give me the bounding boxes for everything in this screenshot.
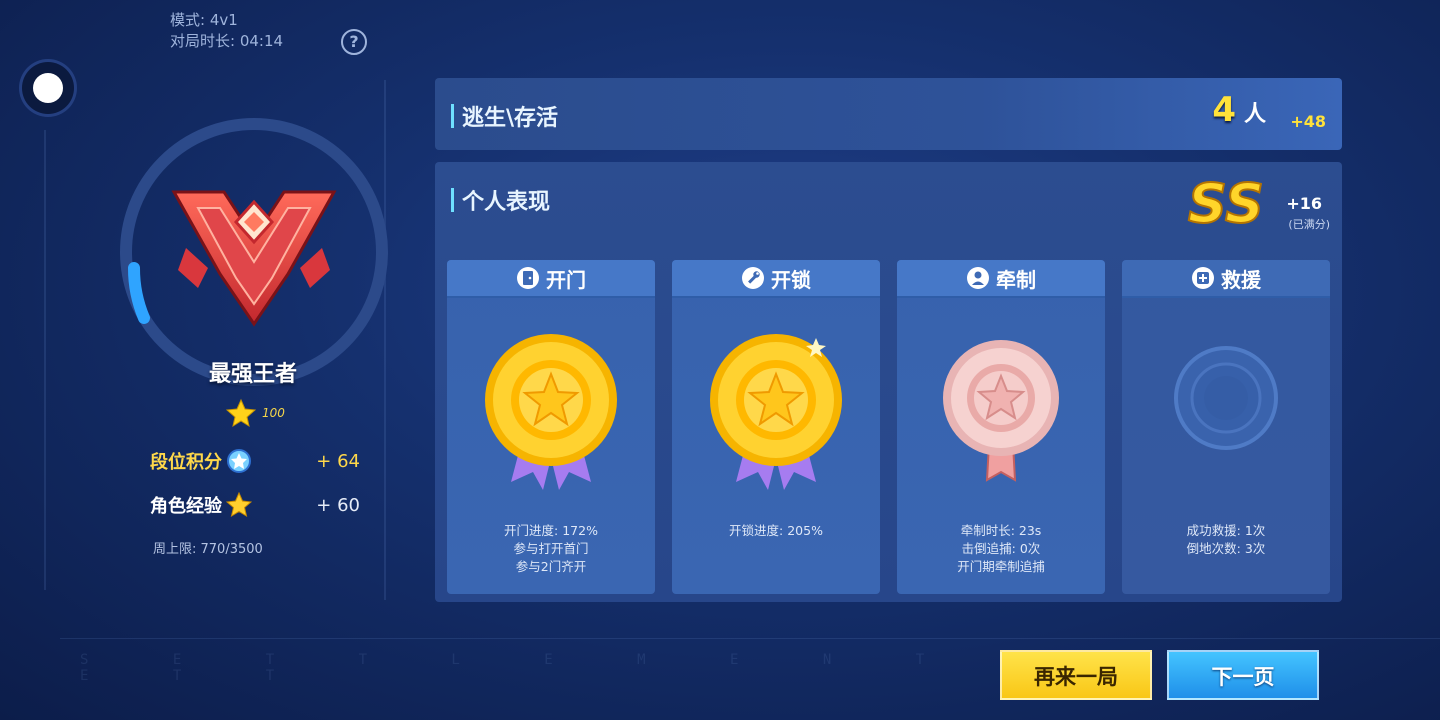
title-bar (451, 104, 454, 128)
rescue-plus-icon (1192, 267, 1214, 289)
card-title: 牵制 (996, 267, 1036, 292)
escape-count-number: 4 (1212, 90, 1236, 130)
grade-bonus: +16 (1286, 194, 1322, 213)
back-button[interactable] (22, 62, 74, 114)
escape-count: 4 人 (1212, 90, 1266, 130)
star-icon (226, 398, 256, 428)
card-header: 救援 (1122, 260, 1330, 298)
card-title: 开锁 (771, 267, 811, 292)
card-open-door: 开门 开门进度: 172% 参与打开首门 参与2门齐开 (447, 260, 655, 594)
stat-line: 参与2门齐开 (515, 559, 587, 574)
ss-grade-text: SS (1188, 172, 1264, 234)
stat-line: 牵制时长: 23s (960, 523, 1042, 538)
escape-title: 逃生\存活 (451, 100, 558, 132)
card-contain: 牵制 牵制时长: 23s 击倒追捕: 0次 开门期牵制追捕 (897, 260, 1105, 594)
card-header: 牵制 (897, 260, 1105, 298)
weekly-limit: 周上限: 770/3500 (153, 542, 263, 557)
card-title: 救援 (1221, 267, 1261, 292)
stat-line: 参与打开首门 (513, 541, 589, 556)
card-stats: 开门进度: 172% 参与打开首门 参与2门齐开 (447, 522, 655, 576)
empty-medal-slot-icon (1174, 346, 1278, 450)
card-header: 开门 (447, 260, 655, 298)
blue-star-badge-icon (227, 449, 251, 473)
rank-points-row: 段位积分 + 64 (150, 446, 360, 476)
escape-title-text: 逃生\存活 (462, 106, 559, 131)
exp-label: 角色经验 (150, 496, 222, 517)
escape-bonus: +48 (1290, 112, 1326, 131)
card-rescue: 救援 成功救援: 1次 倒地次数: 3次 (1122, 260, 1330, 594)
king-rank-emblem-icon (171, 190, 337, 327)
card-stats: 成功救援: 1次 倒地次数: 3次 (1122, 522, 1330, 558)
decor-line (60, 638, 1440, 639)
stat-line: 击倒追捕: 0次 (961, 541, 1041, 556)
door-icon (517, 267, 539, 289)
duration-text: 对局时长: 04:14 (170, 32, 284, 50)
ss-grade-badge: SS (1187, 171, 1265, 234)
escape-count-unit: 人 (1243, 102, 1266, 127)
settlement-watermark: S E T T L E M E N T S E T T (80, 652, 1056, 684)
escape-panel: 逃生\存活 4 人 +48 (435, 78, 1342, 150)
question-mark-icon[interactable]: ? (341, 29, 367, 55)
star-count: 100 (262, 406, 285, 420)
match-info: 模式: 4v1 对局时长: 04:14 (170, 10, 283, 52)
card-stats: 牵制时长: 23s 击倒追捕: 0次 开门期牵制追捕 (897, 522, 1105, 576)
stat-line: 开门期牵制追捕 (957, 559, 1045, 574)
stat-line: 倒地次数: 3次 (1186, 541, 1266, 556)
stat-line: 开锁进度: 205% (729, 523, 823, 538)
gold-medal-icon (485, 334, 617, 490)
card-title: 开门 (546, 267, 586, 292)
wrench-icon (742, 267, 764, 289)
gold-medal-icon (710, 334, 842, 490)
stat-line: 开门进度: 172% (504, 523, 598, 538)
exp-value: + 60 (316, 494, 360, 516)
rank-points-value: + 64 (316, 450, 360, 472)
next-page-button[interactable]: 下一页 (1167, 650, 1319, 700)
title-bar (451, 188, 454, 212)
card-stats: 开锁进度: 205% (672, 522, 880, 540)
exp-row: 角色经验 + 60 (150, 490, 360, 520)
grade-note: (已满分) (1288, 218, 1330, 231)
rank-name: 最强王者 (208, 362, 297, 387)
stat-line: 成功救援: 1次 (1186, 523, 1266, 538)
performance-panel: 个人表现 SS +16 (已满分) 开门 开门进度: 172% 参与打开首门 参… (435, 162, 1342, 602)
card-unlock: 开锁 开锁进度: 205% (672, 260, 880, 594)
play-again-button[interactable]: 再来一局 (1000, 650, 1152, 700)
mode-text: 模式: 4v1 (170, 11, 238, 29)
gold-star-icon (226, 492, 252, 518)
performance-title-text: 个人表现 (462, 190, 551, 215)
performance-title: 个人表现 (451, 184, 550, 216)
decor-line (44, 130, 46, 590)
rank-points-label: 段位积分 (150, 452, 222, 473)
bronze-medal-icon (943, 340, 1059, 482)
rank-stars: 100 (226, 398, 285, 428)
person-icon (967, 267, 989, 289)
circle-icon (33, 73, 63, 103)
card-header: 开锁 (672, 260, 880, 298)
